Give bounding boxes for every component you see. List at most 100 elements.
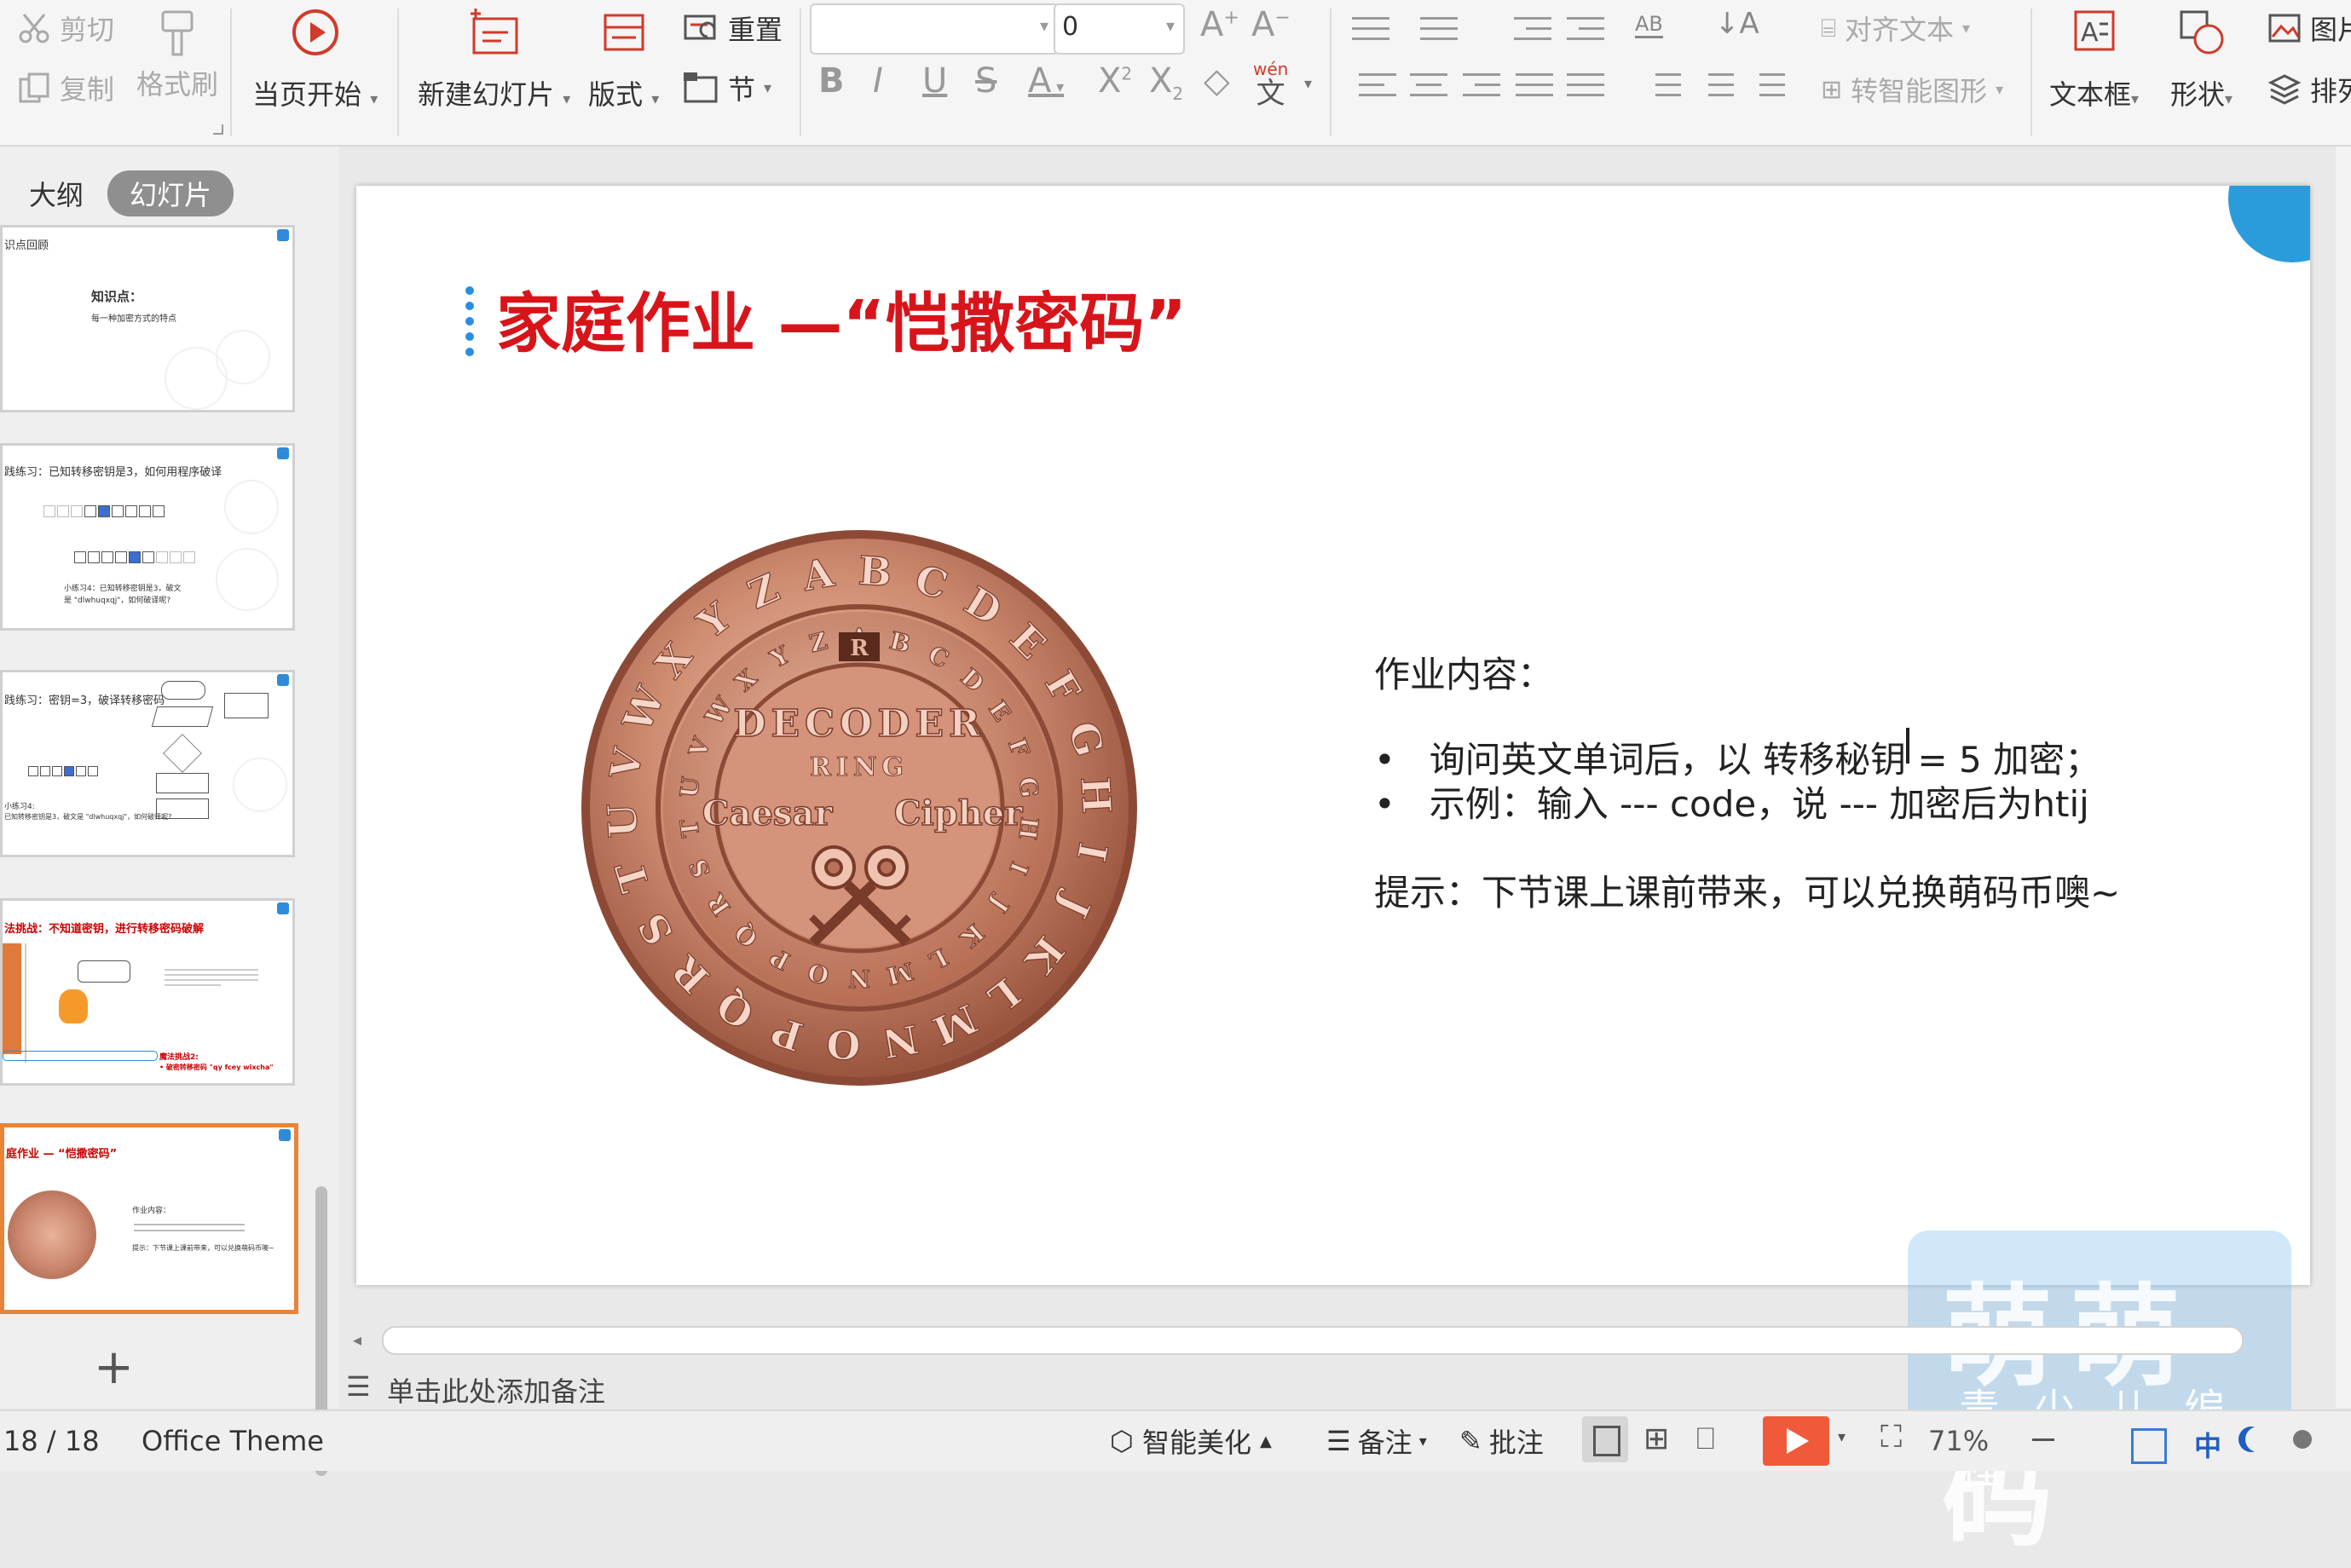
coin-letter: O: [825, 1020, 863, 1069]
chevron-down-icon[interactable]: ▾: [1304, 75, 1312, 93]
smart-beautify-button[interactable]: ⬡ 智能美化 ▲: [1110, 1421, 1272, 1461]
slide-marker-icon: [277, 447, 289, 459]
numbered-list-icon[interactable]: [1420, 14, 1458, 44]
coin-letter: U: [675, 775, 706, 799]
notes-area[interactable]: ☰ 单击此处添加备注: [341, 1363, 2351, 1409]
slide-thumbnail-17[interactable]: 法挑战：不知道密钥，进行转移密码破解 魔法挑战2: • 破密转移密码 "qy f…: [0, 898, 295, 1086]
chevron-down-icon: ▾: [1039, 15, 1048, 36]
thumb-line: 是 "dlwhuqxqj"，如何破译呢?: [64, 597, 171, 605]
zoom-out-icon[interactable]: [2032, 1438, 2054, 1441]
ime-check-icon[interactable]: [2131, 1428, 2167, 1464]
superscript-icon[interactable]: X2: [1098, 61, 1132, 101]
align-text-button[interactable]: ⌸ 对齐文本 ▾: [1821, 9, 1970, 48]
fit-window-icon[interactable]: ⛶: [1880, 1420, 1902, 1456]
reset-button[interactable]: 重置: [682, 9, 783, 48]
slide-thumbnail-15[interactable]: 践练习：已知转移密钥是3，如何用程序破译 小练习4：已知转移密钥是3，破文 是 …: [0, 443, 295, 631]
decrease-indent-icon[interactable]: [1514, 14, 1551, 44]
clipboard-launcher-icon[interactable]: [213, 124, 223, 135]
underline-icon[interactable]: U: [922, 61, 947, 101]
cipher-alphabet-row: [74, 551, 195, 563]
chevron-down-icon[interactable]: ▾: [1838, 1428, 1846, 1446]
vertical-scrollbar[interactable]: [2336, 147, 2351, 1408]
comment-button[interactable]: ✎ 批注: [1459, 1421, 1544, 1461]
align-left-icon[interactable]: [1359, 70, 1396, 101]
line-spacing-icon[interactable]: [1643, 70, 1681, 101]
sort-icon[interactable]: ↓A: [1715, 7, 1759, 41]
slide-thumbnail-16[interactable]: 践练习：密钥=3，破译转移密码 小练习4: 已知转移密钥是3，破文是 "dlwh…: [0, 670, 295, 857]
slide-thumbnail-18[interactable]: 庭作业 — “恺撒密码” 作业内容： 提示：下节课上课前带来，可以兑换萌码币噢~: [0, 1123, 298, 1314]
scroll-left-arrow-icon[interactable]: ◂: [353, 1329, 361, 1350]
smartart-icon: ⊞: [1821, 74, 1843, 105]
shape-button[interactable]: 形状▾: [2170, 7, 2233, 112]
slideshow-play-button[interactable]: [1763, 1416, 1829, 1466]
add-slide-button[interactable]: +: [94, 1340, 134, 1395]
zoom-level[interactable]: 71%: [1928, 1425, 1989, 1457]
moon-icon[interactable]: [2245, 1427, 2271, 1452]
homework-heading[interactable]: 作业内容：: [1374, 646, 1553, 698]
slide-sorter-icon[interactable]: ⊞: [1643, 1421, 1669, 1456]
notes-toggle-icon: ☰: [1326, 1425, 1351, 1457]
font-shrink-icon[interactable]: A−: [1251, 5, 1291, 44]
distribute-icon[interactable]: [1567, 70, 1604, 101]
tray-icon[interactable]: [2293, 1430, 2312, 1449]
font-name-combo[interactable]: ▾: [810, 3, 1059, 55]
layout-button[interactable]: 版式 ▾: [588, 7, 659, 112]
notes-toggle-button[interactable]: ☰ 备注 ▾: [1326, 1421, 1427, 1461]
copy-button[interactable]: 复制: [17, 68, 114, 107]
arrange-button[interactable]: 排列: [2267, 70, 2351, 109]
thumb-line: 已知转移密钥是3，破文是 "dlwhuqxqj"，如何破译呢?: [4, 813, 172, 821]
subscript-icon[interactable]: X2: [1149, 61, 1183, 104]
decor-ring: [224, 480, 279, 534]
italic-icon[interactable]: I: [873, 61, 883, 101]
column-spacing-icon[interactable]: [1747, 70, 1785, 101]
slide-title[interactable]: 家庭作业 —“恺撒密码”: [496, 271, 1187, 365]
strikethrough-icon[interactable]: S: [975, 61, 996, 101]
divider: [2030, 9, 2032, 136]
tab-outline[interactable]: 大纲: [29, 174, 84, 213]
bullet-list-icon[interactable]: [1352, 14, 1389, 44]
textbox-button[interactable]: A 文本框▾: [2049, 7, 2139, 112]
align-right-icon[interactable]: [1463, 70, 1500, 101]
clear-format-icon[interactable]: ◇: [1204, 61, 1230, 101]
cut-button[interactable]: 剪切: [17, 9, 114, 48]
slide-thumbnail-14[interactable]: 识点回顾 知识点： 每一种加密方式的特点: [0, 225, 295, 412]
hint-text[interactable]: 提示：下节课上课前带来，可以兑换萌码币噢~: [1374, 864, 2120, 916]
slide-canvas[interactable]: 家庭作业 —“恺撒密码” ABCDEFGHIJKLMNOPQRSTUVWXYZ …: [356, 186, 2310, 1285]
format-painter-button[interactable]: 格式刷: [136, 9, 218, 102]
font-size-combo[interactable]: 0 ▾: [1054, 3, 1185, 55]
bold-icon[interactable]: B: [818, 61, 845, 101]
status-bar: 18 / 18 Office Theme ⬡ 智能美化 ▲ ☰ 备注 ▾ ✎ 批…: [0, 1409, 2351, 1471]
normal-view-button[interactable]: [1582, 1416, 1628, 1462]
ime-indicator[interactable]: 中: [2194, 1425, 2221, 1464]
decor-ring: [216, 548, 279, 611]
text-direction-icon[interactable]: AB: [1635, 12, 1663, 38]
picture-button[interactable]: 图片: [2267, 9, 2351, 48]
coin-caesar-text: Caesar: [702, 793, 834, 833]
decoder-ring-coin-image[interactable]: ABCDEFGHIJKLMNOPQRSTUVWXYZ ABCDEFGHIJKLM…: [578, 527, 1141, 1089]
horizontal-scrollbar[interactable]: [382, 1326, 2244, 1355]
scratch-divider: [25, 943, 26, 1063]
paragraph-spacing-icon[interactable]: [1696, 70, 1734, 101]
bullet-2[interactable]: • 示例：输入 --- code，说 --- 加密后为htij: [1374, 775, 2089, 827]
new-slide-button[interactable]: 新建幻灯片 ▾: [418, 7, 570, 112]
increase-indent-icon[interactable]: [1567, 14, 1604, 44]
layout-label: 版式: [588, 78, 644, 111]
font-grow-icon[interactable]: A+: [1200, 5, 1239, 44]
align-center-icon[interactable]: [1410, 70, 1447, 101]
comment-label: 批注: [1488, 1427, 1544, 1459]
scratch-cat-sprite: [59, 989, 88, 1023]
flowchart-node: [161, 681, 205, 700]
chevron-down-icon: ▾: [1165, 15, 1175, 36]
font-color-icon[interactable]: A ▾: [1028, 61, 1064, 101]
justify-icon[interactable]: [1516, 70, 1553, 101]
play-from-current-button[interactable]: 当页开始 ▾: [252, 7, 378, 112]
section-button[interactable]: 节 ▾: [682, 68, 771, 107]
window-letter: R: [850, 636, 869, 661]
convert-smartart-button[interactable]: ⊞ 转智能图形 ▾: [1821, 70, 2003, 109]
section-label: 节: [728, 73, 756, 106]
reading-view-icon[interactable]: ⎕: [1696, 1421, 1715, 1457]
tab-slides[interactable]: 幻灯片: [107, 170, 234, 216]
paintbrush-icon: [161, 10, 194, 56]
theme-name[interactable]: Office Theme: [142, 1425, 324, 1457]
phonetic-guide-button[interactable]: wén 文: [1253, 60, 1288, 109]
